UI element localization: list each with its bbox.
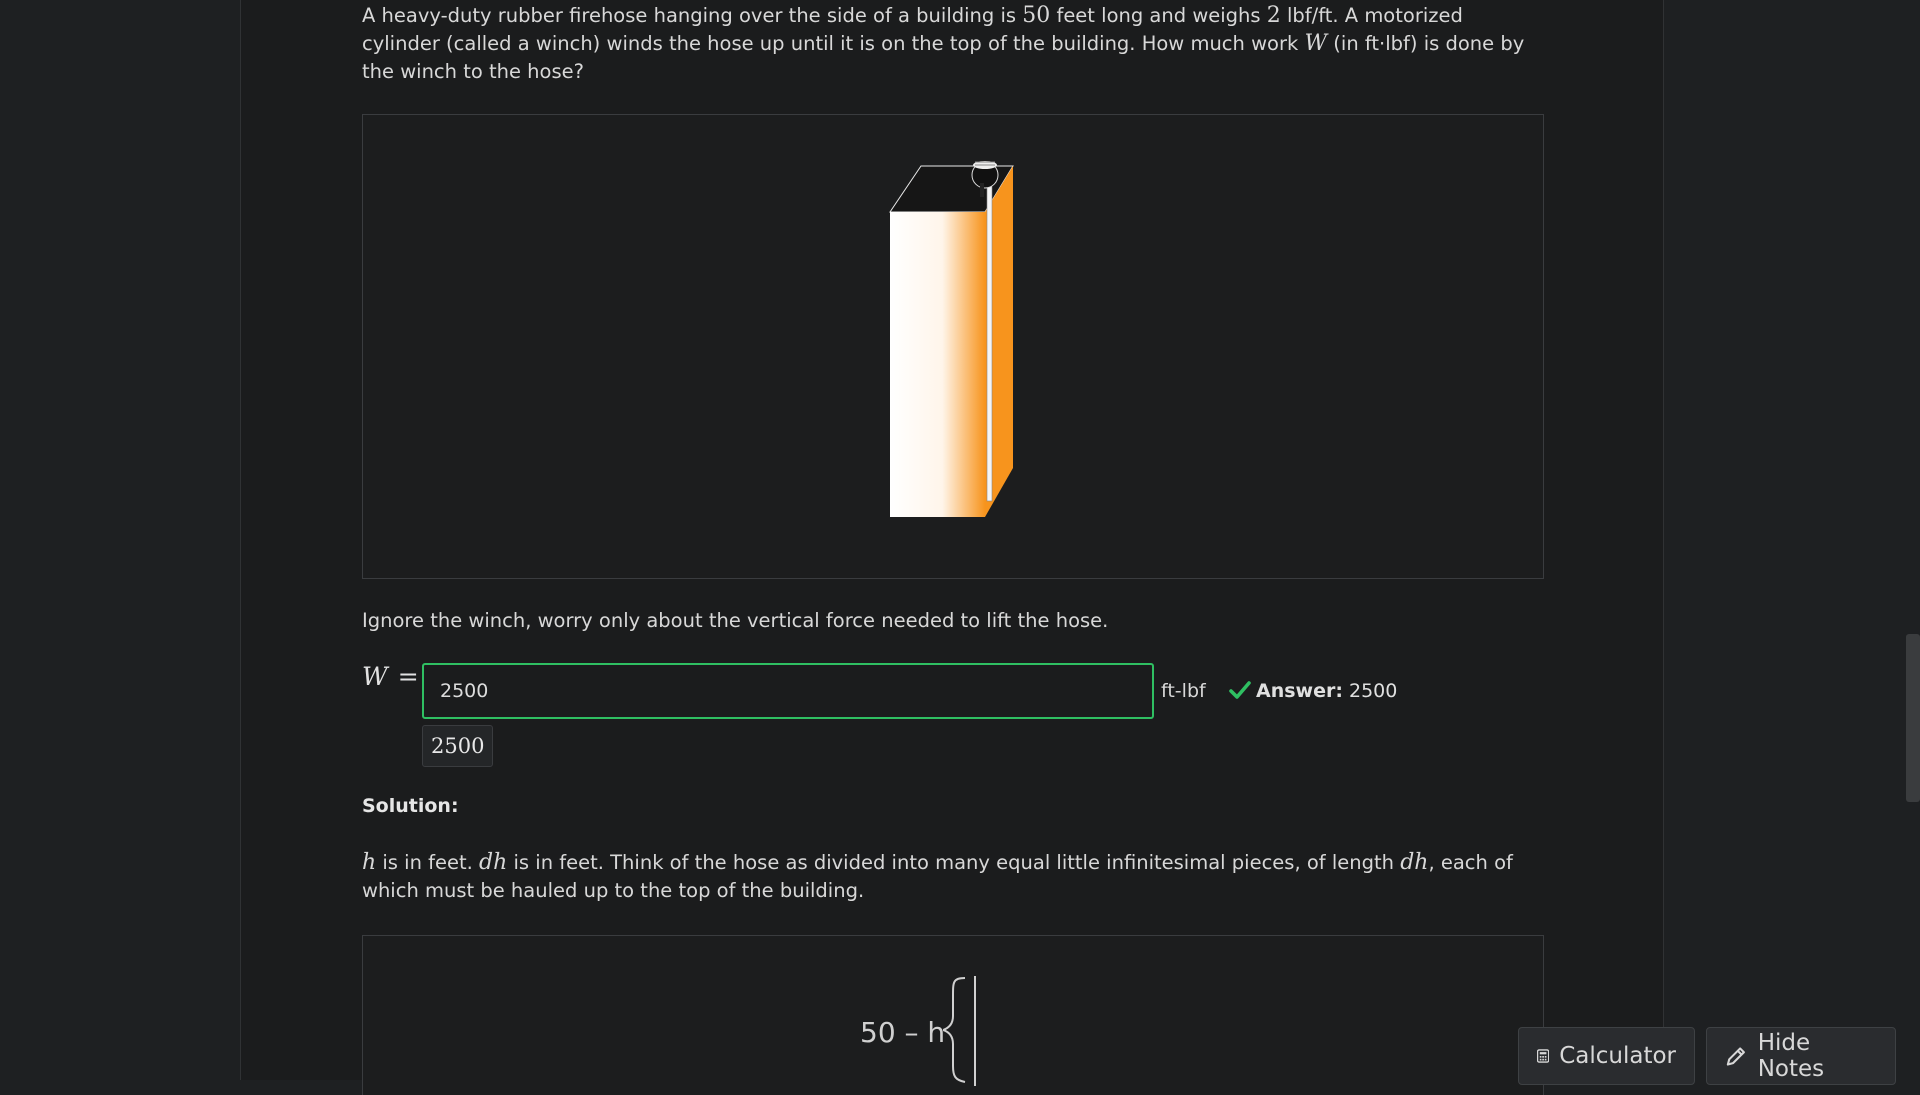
- solution-body: h is in feet. dh is in feet. Think of th…: [362, 849, 1544, 905]
- calculator-button[interactable]: Calculator: [1518, 1027, 1695, 1085]
- instruction-text: Ignore the winch, worry only about the v…: [362, 609, 1109, 632]
- instruction: Ignore the winch, worry only about the v…: [362, 607, 1544, 635]
- problem-text: A heavy-duty rubber firehose hanging ove…: [362, 3, 1525, 83]
- answer-preview: 2500: [422, 725, 494, 767]
- answer-variable-label: W =: [362, 662, 419, 691]
- answer-input[interactable]: [422, 663, 1154, 719]
- calculator-label: Calculator: [1559, 1043, 1676, 1069]
- segment-length-label: 50 – h: [860, 1016, 946, 1049]
- building-figure: [362, 114, 1544, 579]
- answer-row: W= ft-lbf Answer: 2500: [362, 662, 1562, 722]
- solution-heading: Solution:: [362, 795, 459, 817]
- hide-notes-label: Hide Notes: [1757, 1030, 1825, 1082]
- building-illustration: [889, 161, 1014, 517]
- solution-text: h is in feet. dh is in feet. Think of th…: [362, 850, 1513, 902]
- check-icon: [1229, 681, 1251, 699]
- answer-feedback: Answer: 2500: [1256, 680, 1398, 702]
- answer-unit: ft-lbf: [1161, 680, 1206, 702]
- scrollbar-thumb[interactable]: [1906, 634, 1920, 802]
- pencil-icon: [1726, 1047, 1745, 1066]
- brace-and-hose: [943, 976, 976, 1086]
- calculator-icon: [1537, 1049, 1550, 1063]
- problem-statement: A heavy-duty rubber firehose hanging ove…: [362, 2, 1544, 86]
- hide-notes-button[interactable]: Hide Notes: [1706, 1027, 1896, 1085]
- hose-segment-figure: 50 – h: [362, 935, 1544, 1095]
